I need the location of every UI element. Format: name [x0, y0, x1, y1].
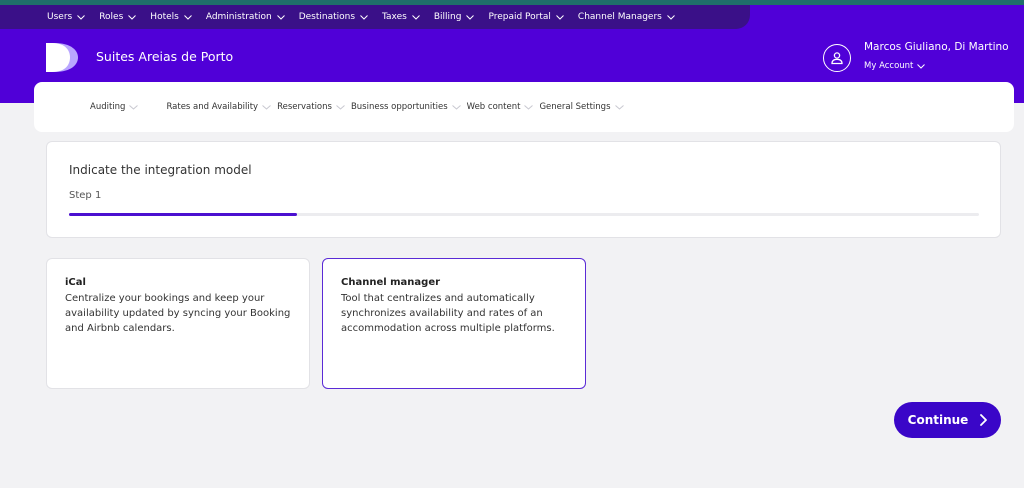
- chevron-down-icon: [129, 104, 139, 110]
- step-progress-fill: [69, 213, 297, 216]
- chevron-down-icon: [262, 104, 271, 110]
- top-nav-destinations[interactable]: Destinations: [299, 12, 368, 22]
- option-card-ical[interactable]: iCal Centralize your bookings and keep y…: [46, 258, 310, 389]
- nav-label: Billing: [433, 12, 462, 22]
- option-description: Centralize your bookings and keep your a…: [65, 293, 291, 334]
- chevron-down-icon: [183, 14, 192, 20]
- nav-label: Roles: [99, 12, 124, 22]
- brand-logo-icon[interactable]: [46, 43, 78, 72]
- chevron-down-icon: [411, 14, 420, 20]
- step-progress-bar: [69, 213, 979, 216]
- sub-nav-business-opportunities[interactable]: Business opportunities: [351, 102, 467, 112]
- option-title: iCal: [65, 277, 86, 288]
- top-nav-users[interactable]: Users: [47, 12, 86, 22]
- step-label: Step 1: [69, 190, 102, 201]
- chevron-right-icon: [980, 414, 988, 426]
- chevron-down-icon: [524, 104, 534, 110]
- secondary-nav: Auditing Rates and Availability Reservat…: [34, 82, 1014, 132]
- sub-nav-label: Web content: [466, 102, 521, 112]
- step-card: Indicate the integration model Step 1: [46, 141, 1001, 238]
- chevron-down-icon: [451, 104, 461, 110]
- chevron-down-icon: [667, 14, 675, 20]
- nav-label: Channel Managers: [577, 12, 662, 22]
- chevron-down-icon: [336, 104, 345, 110]
- sub-nav-label: General Settings: [539, 102, 611, 112]
- my-account-label: My Account: [864, 61, 914, 71]
- chevron-down-icon: [556, 14, 564, 20]
- top-nav-roles[interactable]: Roles: [99, 12, 137, 22]
- sub-nav-general-settings[interactable]: General Settings: [539, 102, 629, 112]
- top-nav-billing[interactable]: Billing: [434, 12, 475, 22]
- sub-nav-rates-availability[interactable]: Rates and Availability: [166, 102, 277, 112]
- sub-nav-label: Rates and Availability: [166, 102, 259, 112]
- hotel-name: Suites Areias de Porto: [96, 49, 234, 64]
- chevron-down-icon: [917, 63, 926, 69]
- top-nav: Users Roles Hotels Administration Destin…: [0, 5, 750, 29]
- nav-label: Users: [47, 12, 73, 22]
- nav-label: Hotels: [150, 12, 179, 22]
- nav-label: Prepaid Portal: [488, 12, 551, 22]
- sub-nav-web-content[interactable]: Web content: [467, 102, 540, 112]
- chevron-down-icon: [128, 14, 137, 20]
- top-nav-prepaid-portal[interactable]: Prepaid Portal: [488, 12, 564, 22]
- option-card-channel-manager[interactable]: Channel manager Tool that centralizes an…: [322, 258, 586, 389]
- top-nav-channel-managers[interactable]: Channel Managers: [578, 12, 675, 22]
- chevron-down-icon: [77, 14, 86, 20]
- sub-nav-label: Business opportunities: [350, 102, 448, 112]
- user-name: Marcos Giuliano, Di Martino: [864, 41, 1009, 53]
- sub-nav-label: Reservations: [277, 102, 332, 112]
- sub-nav-label: Auditing: [90, 102, 126, 112]
- continue-button[interactable]: Continue: [894, 402, 1001, 438]
- option-description: Tool that centralizes and automatically …: [341, 293, 555, 334]
- user-avatar-icon[interactable]: [823, 44, 851, 72]
- nav-label: Taxes: [382, 12, 407, 22]
- sub-nav-reservations[interactable]: Reservations: [277, 102, 351, 112]
- user-icon: [831, 52, 843, 65]
- chevron-down-icon: [360, 14, 368, 20]
- nav-label: Destinations: [298, 12, 356, 22]
- option-title: Channel manager: [341, 277, 441, 288]
- top-nav-administration[interactable]: Administration: [206, 12, 285, 22]
- continue-label: Continue: [907, 413, 969, 427]
- nav-label: Administration: [205, 12, 272, 22]
- chevron-down-icon: [466, 14, 475, 20]
- my-account-dropdown[interactable]: My Account: [864, 61, 926, 71]
- top-nav-hotels[interactable]: Hotels: [150, 12, 192, 22]
- top-nav-taxes[interactable]: Taxes: [382, 12, 420, 22]
- sub-nav-auditing[interactable]: Auditing: [90, 102, 144, 112]
- step-title: Indicate the integration model: [69, 163, 252, 177]
- chevron-down-icon: [614, 104, 624, 110]
- chevron-down-icon: [276, 14, 285, 20]
